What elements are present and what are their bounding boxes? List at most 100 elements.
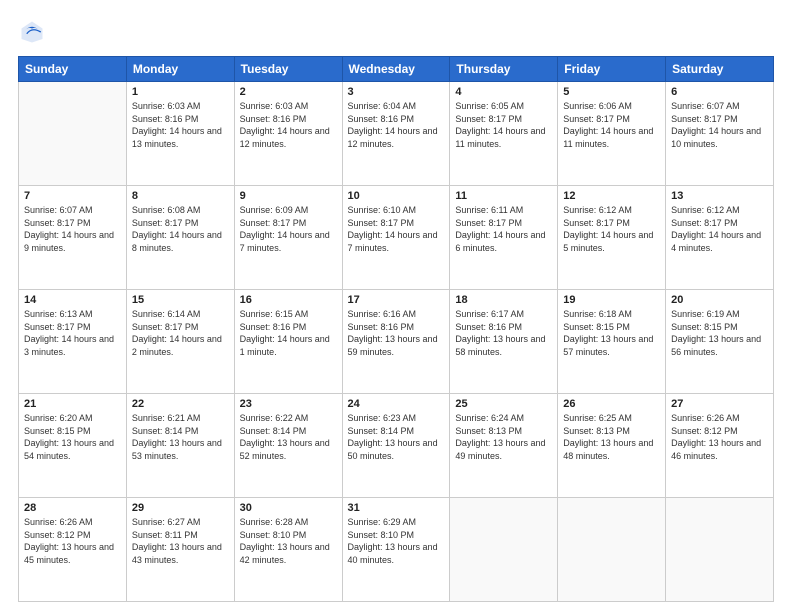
- day-info: Sunrise: 6:26 AMSunset: 8:12 PMDaylight:…: [24, 516, 121, 566]
- calendar-cell: 19Sunrise: 6:18 AMSunset: 8:15 PMDayligh…: [558, 290, 666, 394]
- day-number: 29: [132, 502, 229, 514]
- calendar-cell: 4 Sunrise: 6:05 AMSunset: 8:17 PMDaylight…: [450, 82, 558, 186]
- day-number: 30: [240, 502, 337, 514]
- calendar-cell: 13 Sunrise: 6:12 AMSunset: 8:17 PMDayligh…: [666, 186, 774, 290]
- day-info: Sunrise: 6:19 AMSunset: 8:15 PMDaylight:…: [671, 308, 768, 358]
- logo-icon: [18, 18, 46, 46]
- day-number: 4: [455, 86, 552, 98]
- calendar-cell: [558, 498, 666, 602]
- calendar-cell: 8 Sunrise: 6:08 AMSunset: 8:17 PMDaylight…: [126, 186, 234, 290]
- week-row-4: 28Sunrise: 6:26 AMSunset: 8:12 PMDayligh…: [19, 498, 774, 602]
- day-info: Sunrise: 6:09 AMSunset: 8:17 PMDaylight:…: [240, 204, 337, 254]
- day-number: 23: [240, 398, 337, 410]
- day-number: 16: [240, 294, 337, 306]
- day-number: 6: [671, 86, 768, 98]
- day-info: Sunrise: 6:11 AMSunset: 8:17 PMDaylight:…: [455, 204, 552, 254]
- day-info: Sunrise: 6:12 AMSunset: 8:17 PMDaylight:…: [563, 204, 660, 254]
- calendar-cell: 6 Sunrise: 6:07 AMSunset: 8:17 PMDaylight…: [666, 82, 774, 186]
- day-number: 24: [348, 398, 445, 410]
- calendar-cell: 24 Sunrise: 6:23 AMSunset: 8:14 PMDayligh…: [342, 394, 450, 498]
- week-row-3: 21 Sunrise: 6:20 AMSunset: 8:15 PMDayligh…: [19, 394, 774, 498]
- day-number: 25: [455, 398, 552, 410]
- calendar-cell: 25 Sunrise: 6:24 AMSunset: 8:13 PMDayligh…: [450, 394, 558, 498]
- calendar-cell: 26 Sunrise: 6:25 AMSunset: 8:13 PMDayligh…: [558, 394, 666, 498]
- calendar-cell: 23 Sunrise: 6:22 AMSunset: 8:14 PMDayligh…: [234, 394, 342, 498]
- week-row-0: 1 Sunrise: 6:03 AMSunset: 8:16 PMDaylight…: [19, 82, 774, 186]
- day-info: Sunrise: 6:15 AMSunset: 8:16 PMDaylight:…: [240, 308, 337, 358]
- day-number: 20: [671, 294, 768, 306]
- day-number: 17: [348, 294, 445, 306]
- day-info: Sunrise: 6:05 AMSunset: 8:17 PMDaylight:…: [455, 100, 552, 150]
- day-number: 9: [240, 190, 337, 202]
- day-number: 15: [132, 294, 229, 306]
- calendar-cell: 21 Sunrise: 6:20 AMSunset: 8:15 PMDayligh…: [19, 394, 127, 498]
- calendar-cell: 2 Sunrise: 6:03 AMSunset: 8:16 PMDaylight…: [234, 82, 342, 186]
- day-info: Sunrise: 6:12 AMSunset: 8:17 PMDaylight:…: [671, 204, 768, 254]
- day-number: 2: [240, 86, 337, 98]
- calendar-cell: 20 Sunrise: 6:19 AMSunset: 8:15 PMDayligh…: [666, 290, 774, 394]
- day-number: 21: [24, 398, 121, 410]
- day-info: Sunrise: 6:16 AMSunset: 8:16 PMDaylight:…: [348, 308, 445, 358]
- day-info: Sunrise: 6:04 AMSunset: 8:16 PMDaylight:…: [348, 100, 445, 150]
- calendar-cell: 22 Sunrise: 6:21 AMSunset: 8:14 PMDayligh…: [126, 394, 234, 498]
- header-day-wednesday: Wednesday: [342, 57, 450, 82]
- day-number: 10: [348, 190, 445, 202]
- day-info: Sunrise: 6:14 AMSunset: 8:17 PMDaylight:…: [132, 308, 229, 358]
- calendar-cell: [450, 498, 558, 602]
- day-number: 26: [563, 398, 660, 410]
- day-info: Sunrise: 6:20 AMSunset: 8:15 PMDaylight:…: [24, 412, 121, 462]
- header-day-monday: Monday: [126, 57, 234, 82]
- day-info: Sunrise: 6:25 AMSunset: 8:13 PMDaylight:…: [563, 412, 660, 462]
- week-row-2: 14Sunrise: 6:13 AMSunset: 8:17 PMDayligh…: [19, 290, 774, 394]
- calendar-cell: 5 Sunrise: 6:06 AMSunset: 8:17 PMDaylight…: [558, 82, 666, 186]
- week-row-1: 7Sunrise: 6:07 AMSunset: 8:17 PMDaylight…: [19, 186, 774, 290]
- day-number: 13: [671, 190, 768, 202]
- calendar-cell: 17 Sunrise: 6:16 AMSunset: 8:16 PMDayligh…: [342, 290, 450, 394]
- day-info: Sunrise: 6:26 AMSunset: 8:12 PMDaylight:…: [671, 412, 768, 462]
- header-day-tuesday: Tuesday: [234, 57, 342, 82]
- calendar-cell: 27 Sunrise: 6:26 AMSunset: 8:12 PMDayligh…: [666, 394, 774, 498]
- day-number: 5: [563, 86, 660, 98]
- day-info: Sunrise: 6:24 AMSunset: 8:13 PMDaylight:…: [455, 412, 552, 462]
- day-number: 14: [24, 294, 121, 306]
- day-info: Sunrise: 6:10 AMSunset: 8:17 PMDaylight:…: [348, 204, 445, 254]
- calendar-cell: 9 Sunrise: 6:09 AMSunset: 8:17 PMDaylight…: [234, 186, 342, 290]
- calendar-cell: 3Sunrise: 6:04 AMSunset: 8:16 PMDaylight…: [342, 82, 450, 186]
- day-number: 22: [132, 398, 229, 410]
- day-info: Sunrise: 6:08 AMSunset: 8:17 PMDaylight:…: [132, 204, 229, 254]
- day-info: Sunrise: 6:17 AMSunset: 8:16 PMDaylight:…: [455, 308, 552, 358]
- day-info: Sunrise: 6:07 AMSunset: 8:17 PMDaylight:…: [671, 100, 768, 150]
- day-info: Sunrise: 6:23 AMSunset: 8:14 PMDaylight:…: [348, 412, 445, 462]
- calendar-cell: 16 Sunrise: 6:15 AMSunset: 8:16 PMDayligh…: [234, 290, 342, 394]
- day-number: 8: [132, 190, 229, 202]
- header-day-saturday: Saturday: [666, 57, 774, 82]
- day-number: 19: [563, 294, 660, 306]
- calendar-cell: 10 Sunrise: 6:10 AMSunset: 8:17 PMDayligh…: [342, 186, 450, 290]
- calendar-cell: 28Sunrise: 6:26 AMSunset: 8:12 PMDayligh…: [19, 498, 127, 602]
- page: SundayMondayTuesdayWednesdayThursdayFrid…: [0, 0, 792, 612]
- calendar-cell: 18 Sunrise: 6:17 AMSunset: 8:16 PMDayligh…: [450, 290, 558, 394]
- day-info: Sunrise: 6:29 AMSunset: 8:10 PMDaylight:…: [348, 516, 445, 566]
- day-number: 31: [348, 502, 445, 514]
- calendar-cell: 31 Sunrise: 6:29 AMSunset: 8:10 PMDayligh…: [342, 498, 450, 602]
- day-info: Sunrise: 6:03 AMSunset: 8:16 PMDaylight:…: [132, 100, 229, 150]
- calendar-cell: [19, 82, 127, 186]
- day-number: 1: [132, 86, 229, 98]
- day-info: Sunrise: 6:27 AMSunset: 8:11 PMDaylight:…: [132, 516, 229, 566]
- calendar-cell: 12Sunrise: 6:12 AMSunset: 8:17 PMDayligh…: [558, 186, 666, 290]
- day-number: 11: [455, 190, 552, 202]
- calendar-cell: 11 Sunrise: 6:11 AMSunset: 8:17 PMDayligh…: [450, 186, 558, 290]
- day-info: Sunrise: 6:06 AMSunset: 8:17 PMDaylight:…: [563, 100, 660, 150]
- calendar-cell: 1 Sunrise: 6:03 AMSunset: 8:16 PMDaylight…: [126, 82, 234, 186]
- header-day-friday: Friday: [558, 57, 666, 82]
- calendar-table: SundayMondayTuesdayWednesdayThursdayFrid…: [18, 56, 774, 602]
- day-number: 7: [24, 190, 121, 202]
- header-day-thursday: Thursday: [450, 57, 558, 82]
- day-info: Sunrise: 6:03 AMSunset: 8:16 PMDaylight:…: [240, 100, 337, 150]
- header-day-sunday: Sunday: [19, 57, 127, 82]
- day-info: Sunrise: 6:21 AMSunset: 8:14 PMDaylight:…: [132, 412, 229, 462]
- day-number: 27: [671, 398, 768, 410]
- day-number: 18: [455, 294, 552, 306]
- day-info: Sunrise: 6:22 AMSunset: 8:14 PMDaylight:…: [240, 412, 337, 462]
- calendar-cell: 7Sunrise: 6:07 AMSunset: 8:17 PMDaylight…: [19, 186, 127, 290]
